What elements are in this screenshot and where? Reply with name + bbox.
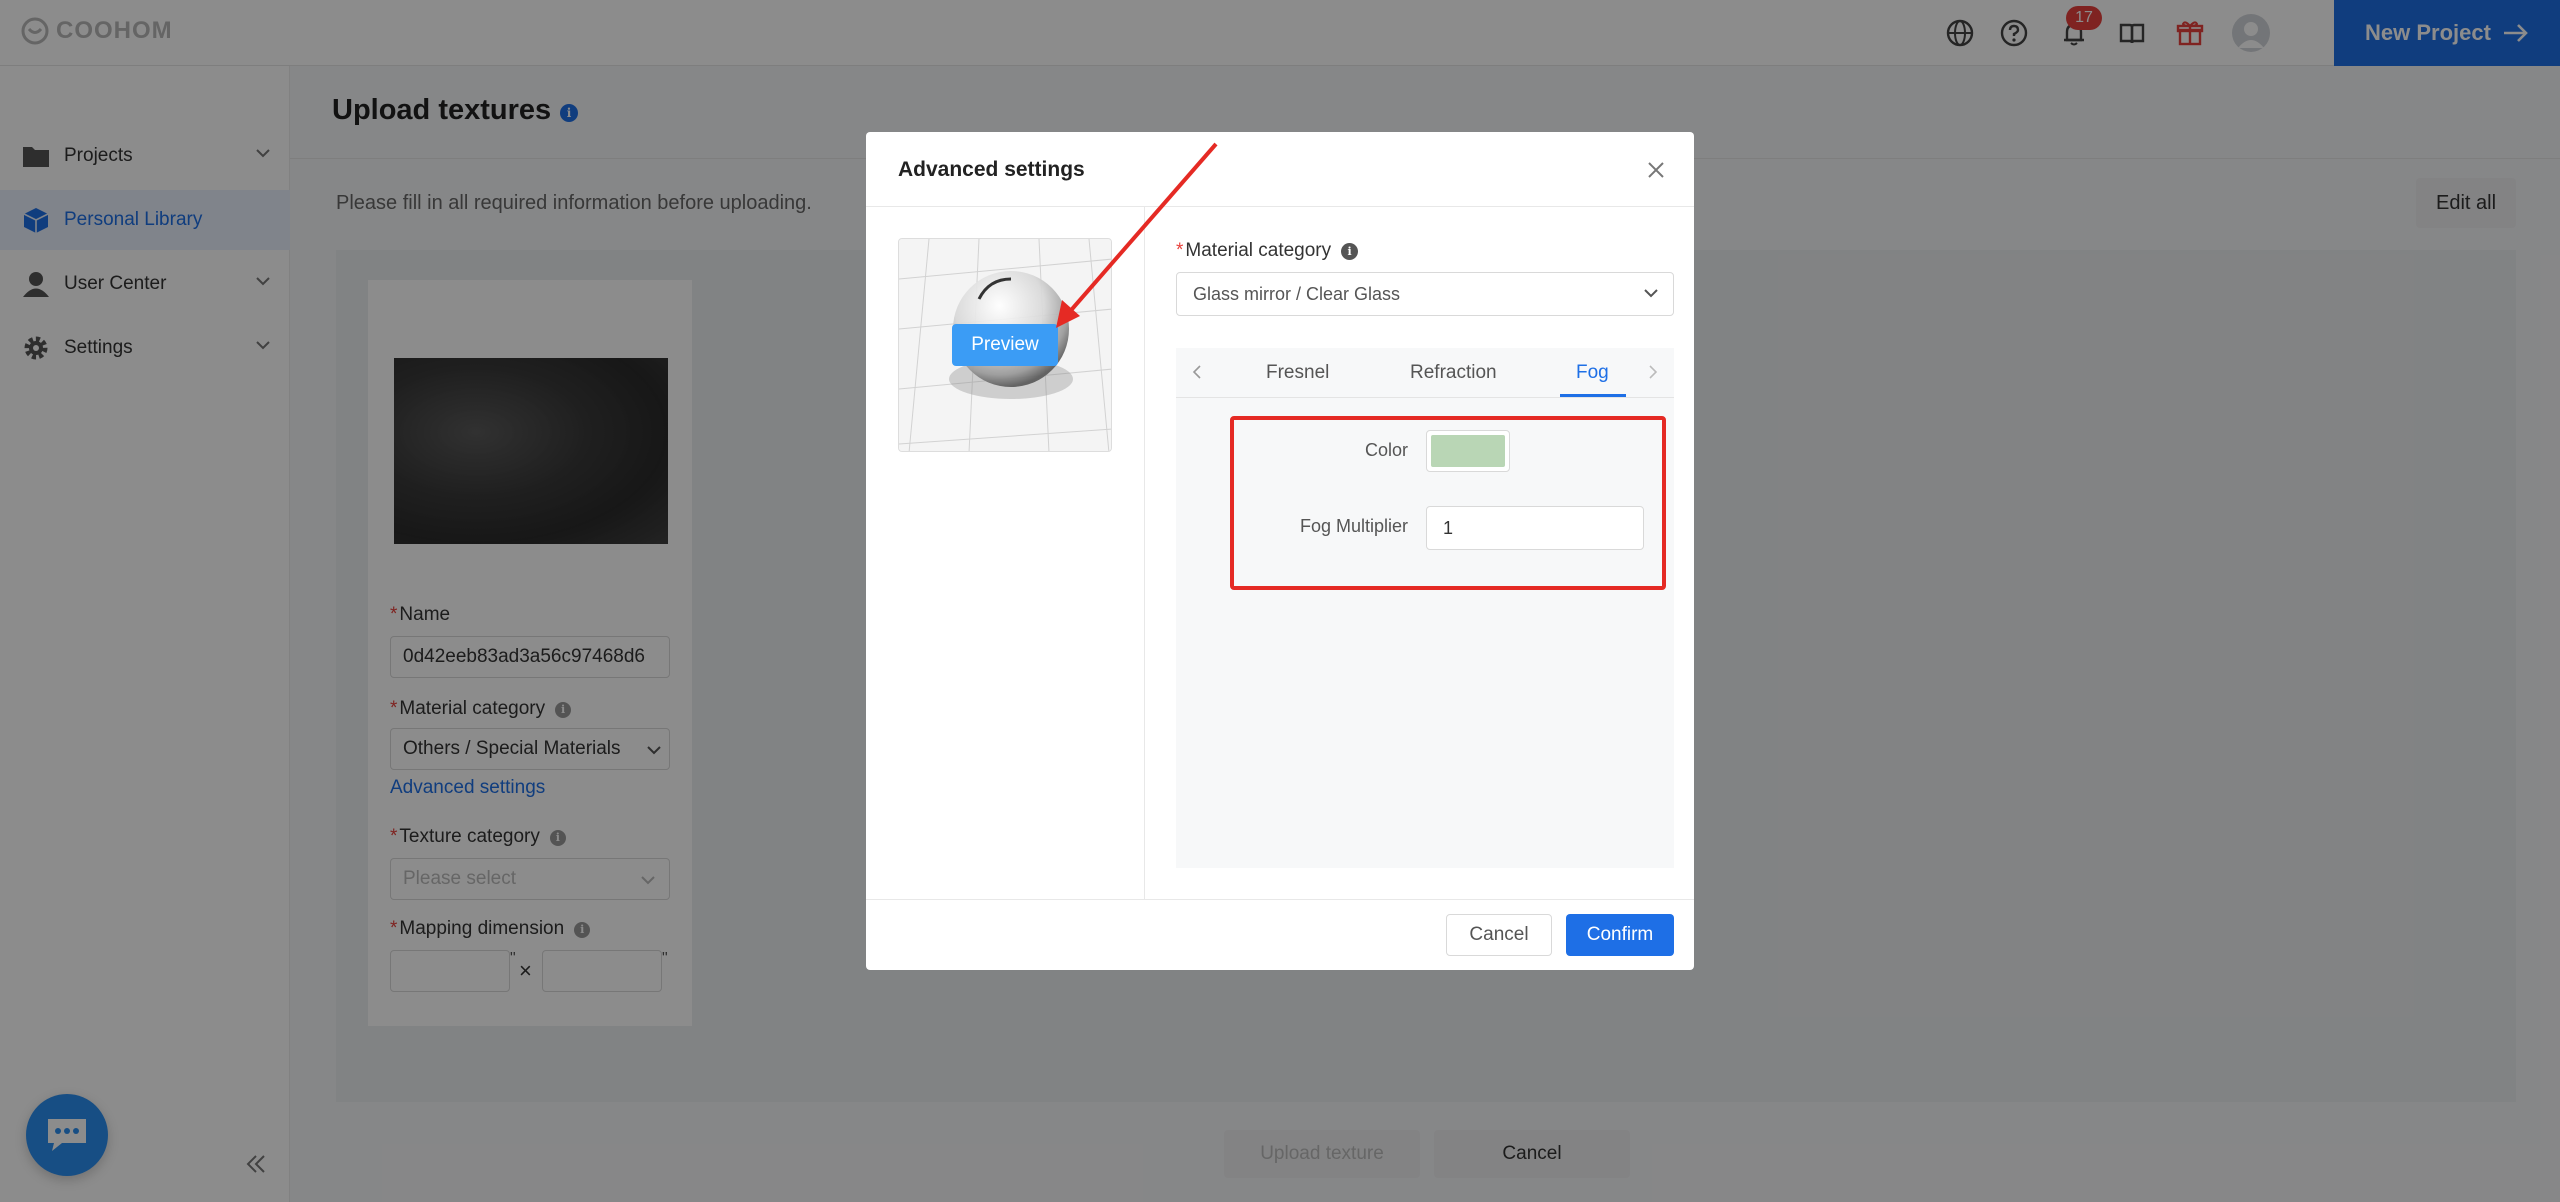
annotation-arrow: [1056, 142, 1218, 328]
